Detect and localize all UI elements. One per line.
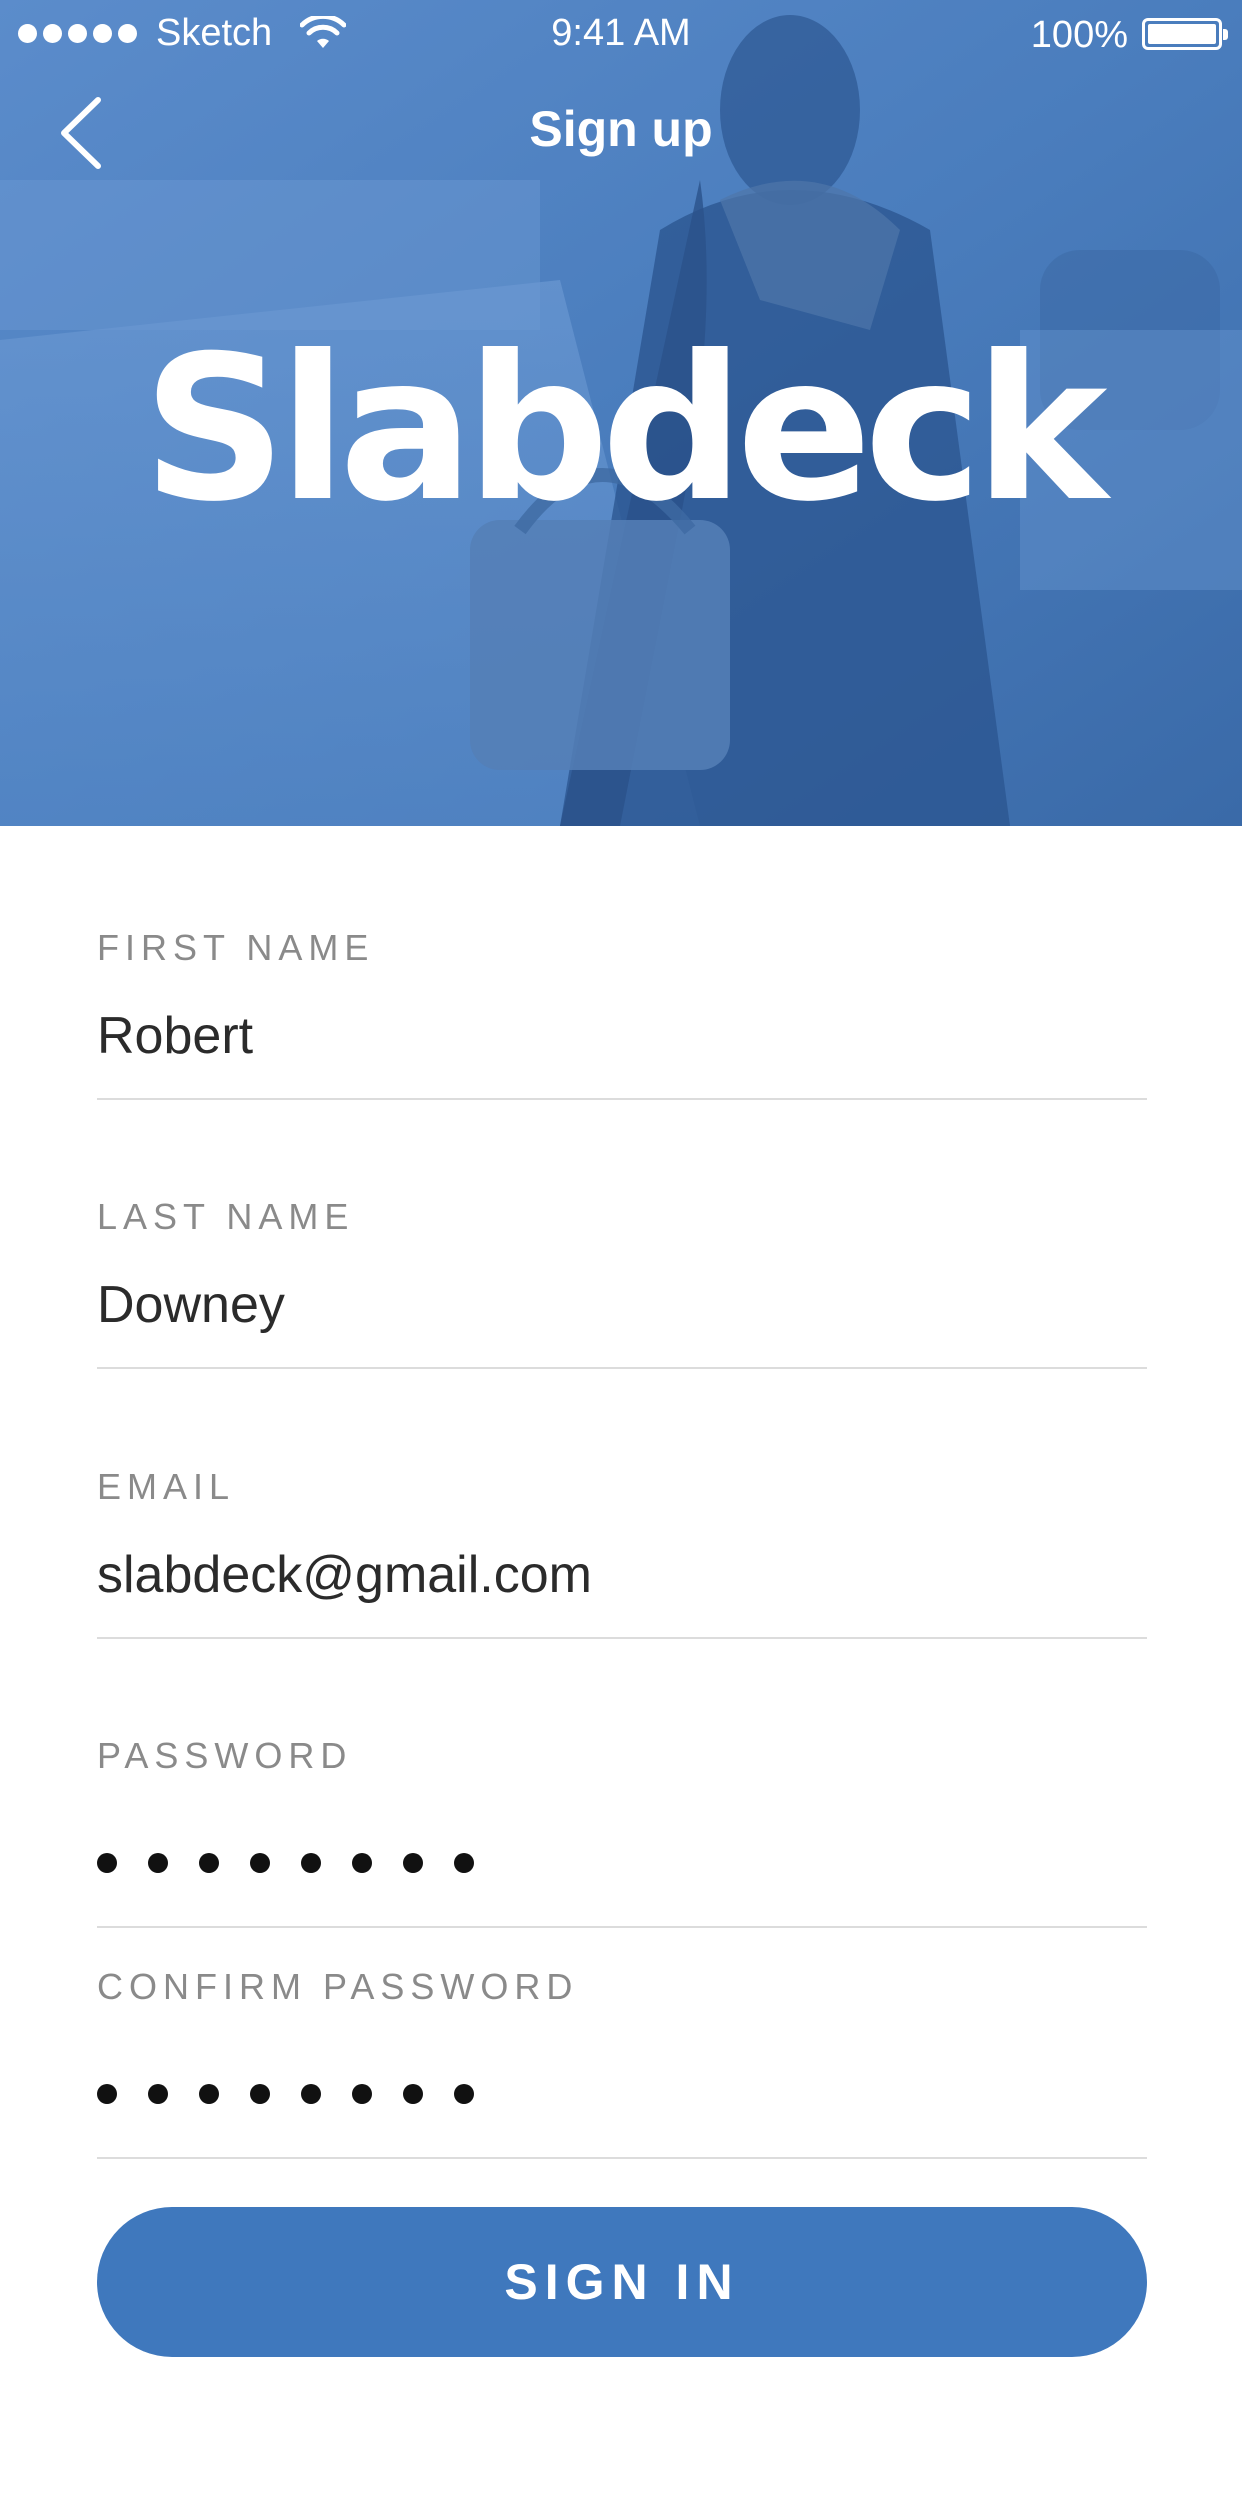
email-input[interactable]: slabdeck@gmail.com bbox=[97, 1549, 592, 1601]
email-field[interactable]: EMAIL slabdeck@gmail.com bbox=[97, 1469, 1147, 1639]
password-mask-dot bbox=[199, 2084, 219, 2104]
password-mask-dot bbox=[97, 1853, 117, 1873]
password-mask-dot bbox=[250, 1853, 270, 1873]
slabdeck-logo: Slabdeck bbox=[142, 313, 1107, 546]
password-field[interactable]: PASSWORD bbox=[97, 1738, 1147, 1928]
confirm-password-label: CONFIRM PASSWORD bbox=[97, 1966, 579, 2007]
password-mask-dot bbox=[352, 1853, 372, 1873]
password-mask-dot bbox=[403, 1853, 423, 1873]
signup-screen: Sketch 9:41 AM 100% Sign up Slabdeck FIR… bbox=[0, 0, 1242, 2500]
password-mask-dot bbox=[97, 2084, 117, 2104]
password-mask-dot bbox=[250, 2084, 270, 2104]
last-name-input[interactable]: Downey bbox=[97, 1279, 285, 1331]
last-name-field[interactable]: LAST NAME Downey bbox=[97, 1199, 1147, 1369]
password-mask-dot bbox=[199, 1853, 219, 1873]
password-mask-dot bbox=[403, 2084, 423, 2104]
confirm-password-field[interactable]: CONFIRM PASSWORD bbox=[97, 1969, 1147, 2159]
first-name-label: FIRST NAME bbox=[97, 927, 375, 968]
password-mask-dot bbox=[352, 2084, 372, 2104]
last-name-label: LAST NAME bbox=[97, 1196, 355, 1237]
password-mask-dot bbox=[148, 1853, 168, 1873]
password-mask-dot bbox=[301, 1853, 321, 1873]
first-name-input[interactable]: Robert bbox=[97, 1010, 253, 1062]
email-label: EMAIL bbox=[97, 1466, 236, 1507]
sign-in-button[interactable]: SIGN IN bbox=[97, 2207, 1147, 2357]
password-mask-dot bbox=[454, 1853, 474, 1873]
password-mask-dot bbox=[148, 2084, 168, 2104]
hero-header: Sketch 9:41 AM 100% Sign up Slabdeck bbox=[0, 0, 1242, 826]
confirm-password-input[interactable] bbox=[97, 2084, 474, 2104]
status-bar: Sketch 9:41 AM 100% bbox=[0, 0, 1242, 66]
password-mask-dot bbox=[301, 2084, 321, 2104]
password-mask-dot bbox=[454, 2084, 474, 2104]
nav-title: Sign up bbox=[529, 101, 713, 157]
first-name-field[interactable]: FIRST NAME Robert bbox=[97, 930, 1147, 1100]
password-label: PASSWORD bbox=[97, 1735, 353, 1776]
battery-percentage: 100% bbox=[1030, 14, 1128, 56]
battery-icon bbox=[1142, 18, 1228, 50]
password-input[interactable] bbox=[97, 1853, 474, 1873]
